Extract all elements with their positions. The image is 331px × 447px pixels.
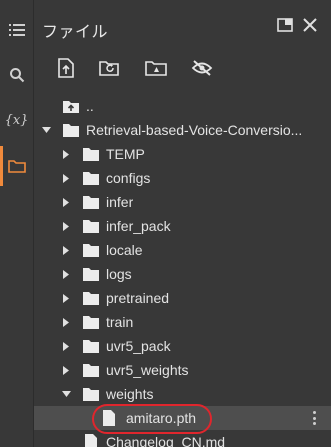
folder-row[interactable]: infer xyxy=(34,190,331,214)
folder-icon xyxy=(83,292,99,305)
upload-button[interactable] xyxy=(53,55,79,81)
root-folder-label: Retrieval-based-Voice-Conversio... xyxy=(86,122,303,138)
refresh-folder-icon xyxy=(99,61,119,76)
parent-dir-label: .. xyxy=(86,98,94,114)
close-icon xyxy=(303,18,317,32)
caret-right-icon xyxy=(61,341,71,351)
search-icon xyxy=(9,68,24,83)
files-button[interactable] xyxy=(0,146,33,186)
folder-label: logs xyxy=(106,266,132,282)
folder-label: infer_pack xyxy=(106,218,171,234)
mount-drive-button[interactable] xyxy=(143,55,169,81)
file-icon xyxy=(85,434,97,447)
caret-right-icon xyxy=(61,245,71,255)
caret-right-icon xyxy=(61,221,71,231)
folder-icon xyxy=(63,124,79,137)
toc-button[interactable] xyxy=(0,10,33,50)
folder-label: pretrained xyxy=(106,290,170,306)
folder-icon xyxy=(7,160,26,173)
weights-folder-label: weights xyxy=(106,386,154,402)
folder-label: TEMP xyxy=(106,146,145,162)
panel-title: ファイル xyxy=(42,22,109,41)
folder-row[interactable]: pretrained xyxy=(34,286,331,310)
variables-icon: {x} xyxy=(4,112,29,128)
folder-row[interactable]: infer_pack xyxy=(34,214,331,238)
file-browser-app: {x} ファイル .. Retrieval-based-Voice-Conver… xyxy=(0,0,331,447)
folder-up-icon xyxy=(63,101,79,113)
caret-right-icon xyxy=(61,197,71,207)
weights-folder-row[interactable]: weights xyxy=(34,382,331,406)
folder-icon xyxy=(83,148,99,161)
folder-row[interactable]: uvr5_pack xyxy=(34,334,331,358)
folder-icon xyxy=(83,316,99,329)
parent-dir-row[interactable]: .. xyxy=(34,94,331,118)
upload-icon xyxy=(58,58,74,78)
folder-icon xyxy=(83,364,99,377)
caret-down-icon xyxy=(61,389,71,399)
folder-row[interactable]: configs xyxy=(34,166,331,190)
folder-row[interactable]: logs xyxy=(34,262,331,286)
activity-rail: {x} xyxy=(0,0,33,447)
caret-right-icon xyxy=(61,269,71,279)
list-icon xyxy=(8,24,25,36)
toggle-hidden-button[interactable] xyxy=(189,55,215,81)
search-button[interactable] xyxy=(0,55,33,95)
drive-icon xyxy=(145,61,167,76)
files-panel: ファイル .. Retrieval-based-Voice-Conversio.… xyxy=(34,0,331,447)
more-options-icon[interactable] xyxy=(311,409,317,427)
folder-label: locale xyxy=(106,242,143,258)
caret-right-icon xyxy=(61,365,71,375)
folder-label: uvr5_pack xyxy=(106,338,171,354)
caret-right-icon xyxy=(61,149,71,159)
folder-icon xyxy=(83,220,99,233)
root-folder-row[interactable]: Retrieval-based-Voice-Conversio... xyxy=(34,118,331,142)
folder-icon xyxy=(83,388,99,401)
hide-icon xyxy=(191,60,213,76)
folder-icon xyxy=(83,196,99,209)
caret-right-icon xyxy=(61,317,71,327)
folder-icon xyxy=(83,244,99,257)
folder-icon xyxy=(83,340,99,353)
window-icon xyxy=(277,18,293,32)
folder-row[interactable]: TEMP xyxy=(34,142,331,166)
folder-label: configs xyxy=(106,170,151,186)
caret-down-icon xyxy=(41,125,51,135)
folder-label: infer xyxy=(106,194,134,210)
variables-button[interactable]: {x} xyxy=(0,100,33,140)
folder-icon xyxy=(83,268,99,281)
folder-row[interactable]: locale xyxy=(34,238,331,262)
file-label: Changelog_CN.md xyxy=(106,434,226,447)
folder-icon xyxy=(83,172,99,185)
caret-right-icon xyxy=(61,173,71,183)
folder-label: uvr5_weights xyxy=(106,362,189,378)
caret-right-icon xyxy=(61,293,71,303)
open-in-tab-button[interactable] xyxy=(274,14,296,36)
close-panel-button[interactable] xyxy=(299,14,321,36)
refresh-button[interactable] xyxy=(97,55,123,81)
annotation-circle xyxy=(92,404,212,434)
folder-label: train xyxy=(106,314,134,330)
folder-row[interactable]: train xyxy=(34,310,331,334)
folder-row[interactable]: uvr5_weights xyxy=(34,358,331,382)
